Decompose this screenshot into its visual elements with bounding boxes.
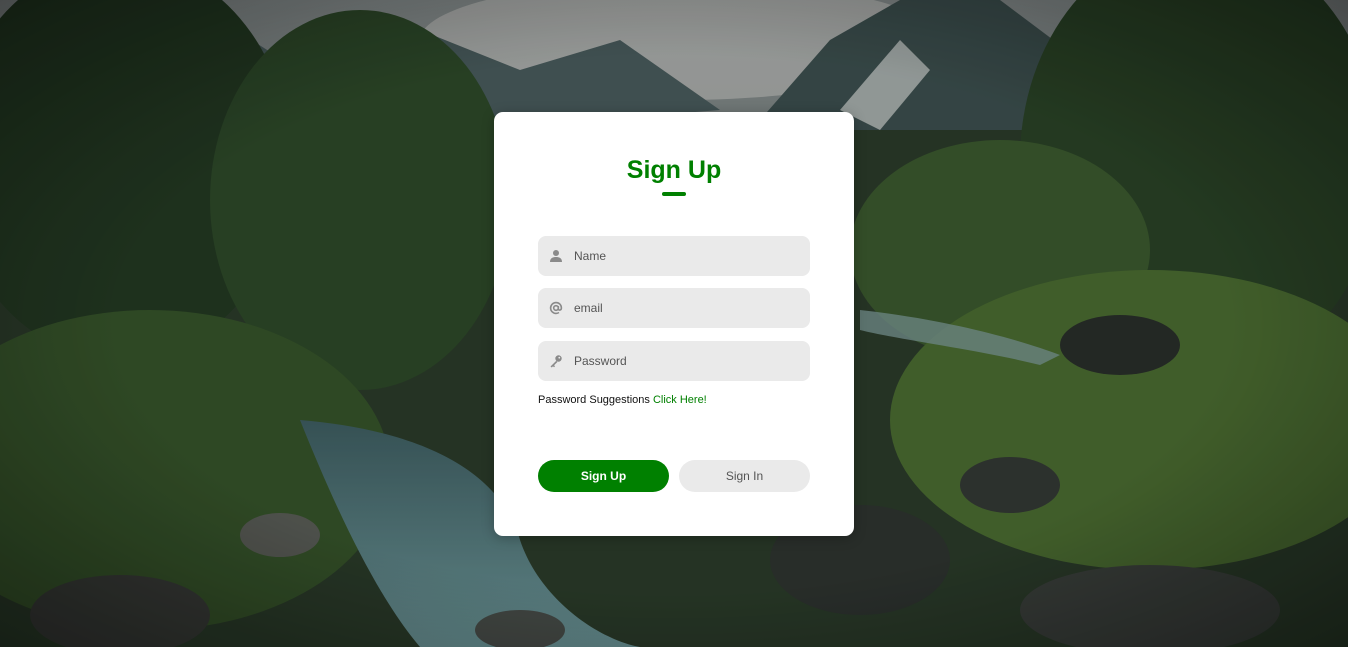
page-background: Sign Up Name email Password Suggestions … xyxy=(0,0,1348,647)
form-title: Sign Up xyxy=(626,156,722,184)
password-input[interactable] xyxy=(574,354,794,368)
password-suggestions-link[interactable]: Click Here! xyxy=(653,394,707,406)
sign-up-button[interactable]: Sign Up xyxy=(538,460,669,492)
at-sign-icon xyxy=(538,288,574,328)
key-icon xyxy=(538,341,574,381)
name-input[interactable] xyxy=(574,249,794,263)
password-suggestions-label: Password Suggestions xyxy=(538,394,653,406)
signup-card: Sign Up Name email Password Suggestions … xyxy=(494,112,854,536)
user-icon xyxy=(538,236,574,276)
title-underline xyxy=(662,192,686,196)
email-input[interactable] xyxy=(574,301,794,315)
email-field[interactable] xyxy=(538,288,810,328)
name-field[interactable] xyxy=(538,236,810,276)
password-field[interactable] xyxy=(538,341,810,381)
sign-in-button[interactable]: Sign In xyxy=(679,460,810,492)
password-suggestions: Password Suggestions Click Here! xyxy=(538,394,707,406)
